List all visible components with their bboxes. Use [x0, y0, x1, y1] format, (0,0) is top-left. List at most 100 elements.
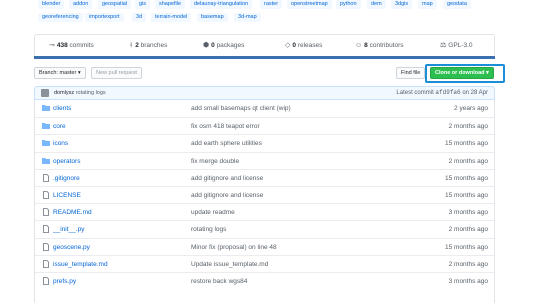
file-name-link[interactable]: issue_template.md: [53, 260, 108, 269]
file-list: clients add small basemaps qt client (wip…: [34, 100, 495, 303]
commit-date: on 28 Apr: [462, 90, 488, 96]
license-link[interactable]: ⚖ GPL-3.0: [440, 41, 473, 51]
commit-sha[interactable]: afd9fa6: [435, 89, 460, 96]
table-row: operators fix merge double 2 months ago: [35, 151, 494, 169]
table-row: clients add small basemaps qt client (wip…: [35, 100, 494, 117]
topic-tag[interactable]: dem: [367, 0, 386, 9]
branch-icon: ᚼ: [129, 42, 134, 49]
topic-list: blender addon geospatial gis shapefile d…: [34, 0, 514, 26]
file-name-link[interactable]: geoscene.py: [53, 243, 90, 252]
topic-tag[interactable]: geodata: [443, 0, 471, 9]
file-name-link[interactable]: clients: [53, 104, 71, 113]
file-commit-message[interactable]: add small basemaps qt client (wip): [191, 104, 291, 113]
topic-tag[interactable]: addon: [69, 0, 93, 9]
file-age: 15 months ago: [444, 243, 488, 251]
file-icon: [42, 208, 50, 217]
topic-tag[interactable]: gis: [135, 0, 151, 9]
file-age: 15 months ago: [444, 192, 488, 199]
commits-link[interactable]: ⊸ 438 commits: [49, 41, 94, 51]
table-row: geoscene.py Minor fix (proposal) on line …: [35, 237, 494, 255]
file-name-link[interactable]: __init__.py: [53, 225, 84, 234]
topic-tag[interactable]: importexport: [85, 13, 124, 22]
file-commit-message[interactable]: fix osm 418 teapot error: [191, 122, 260, 131]
folder-icon: [42, 122, 50, 130]
law-icon: ⚖: [440, 42, 447, 49]
topic-tag[interactable]: blender: [38, 0, 65, 9]
table-row: icons add earth sphere utilities 15 months…: [35, 134, 494, 151]
file-age: 3 months ago: [448, 278, 488, 285]
table-row: LICENSE add gitignore and license 15 month…: [35, 186, 494, 203]
packages-link[interactable]: ⬢ 0 packages: [203, 41, 244, 51]
contributors-link[interactable]: ☺ 8 contributors: [355, 41, 404, 51]
releases-label: releases: [297, 42, 323, 49]
file-name-link[interactable]: operators: [53, 157, 80, 166]
new-pull-request-button[interactable]: New pull request: [91, 67, 142, 79]
file-age: 2 months ago: [448, 157, 488, 165]
file-commit-message[interactable]: Update issue_template.md: [191, 260, 268, 269]
topic-tag[interactable]: geospatial: [98, 0, 132, 9]
branches-count: 2: [135, 42, 139, 49]
topic-tag[interactable]: python: [336, 0, 361, 9]
topic-tag[interactable]: basemap: [197, 13, 228, 22]
file-name-link[interactable]: icons: [53, 139, 68, 148]
packages-count: 0: [211, 42, 215, 49]
file-name-link[interactable]: core: [53, 122, 66, 131]
topic-tag[interactable]: shapefile: [155, 0, 186, 9]
releases-count: 0: [292, 42, 297, 49]
table-row: prefs.py restore back wgs84 3 months ago: [35, 272, 494, 289]
topic-tag[interactable]: 3d: [132, 13, 147, 22]
folder-icon: [42, 157, 50, 165]
table-row: issue_template.md Update issue_template.m…: [35, 254, 494, 272]
avatar[interactable]: [41, 89, 49, 97]
topic-tag[interactable]: raster: [260, 0, 283, 9]
commit-message[interactable]: rotating logs: [76, 90, 106, 96]
file-age: 2 months ago: [448, 226, 488, 234]
file-age: 2 months ago: [448, 123, 488, 131]
commit-author[interactable]: domlysz: [54, 90, 74, 96]
file-commit-message[interactable]: add gitignore and license: [191, 191, 263, 200]
file-icon: [42, 259, 50, 268]
caret-down-icon: ▾: [77, 70, 81, 76]
file-commit-message[interactable]: fix merge double: [191, 157, 239, 166]
topic-tag[interactable]: 3d-map: [234, 13, 261, 22]
file-name-link[interactable]: LICENSE: [53, 191, 81, 200]
topic-tag[interactable]: map: [418, 0, 437, 9]
commit-icon: ⊸: [49, 42, 55, 49]
file-icon: [42, 225, 50, 234]
file-age: 15 months ago: [444, 140, 488, 148]
releases-link[interactable]: ◇ 0 releases: [285, 41, 322, 51]
commits-label: commits: [69, 42, 94, 49]
file-commit-message[interactable]: rotating logs: [191, 225, 226, 234]
package-icon: ⬢: [203, 42, 210, 49]
table-row: README.md update readme 3 months ago: [35, 203, 494, 220]
file-commit-message[interactable]: restore back wgs84: [191, 277, 247, 286]
file-name-link[interactable]: README.md: [53, 208, 92, 217]
topic-tag[interactable]: 3dgis: [391, 0, 413, 9]
repo-summary: ⊸ 438 commits ᚼ2 branches ⬢ 0 packages ◇ 0 …: [34, 34, 495, 57]
branch-select-label: Branch: master: [39, 70, 77, 76]
latest-commit-info: Latest commit afd9fa6 on 28 Apr: [396, 89, 488, 97]
latest-commit-prefix: Latest commit: [396, 90, 434, 96]
find-file-button[interactable]: Find file: [396, 67, 426, 79]
file-icon: [42, 191, 50, 199]
file-name-link[interactable]: prefs.py: [53, 277, 76, 286]
branches-link[interactable]: ᚼ2 branches: [129, 41, 167, 51]
folder-icon: [42, 139, 50, 147]
commits-count: 438: [56, 42, 68, 49]
contributors-label: contributors: [369, 42, 404, 49]
topic-tag[interactable]: georeferencing: [38, 13, 83, 22]
file-name-link[interactable]: .gitignore: [53, 174, 80, 183]
file-icon: [42, 242, 50, 251]
file-commit-message[interactable]: add earth sphere utilities: [191, 139, 262, 148]
file-commit-message[interactable]: update readme: [191, 208, 235, 217]
branch-select-button[interactable]: Branch: master ▾: [34, 67, 86, 79]
file-age: 2 years ago: [454, 105, 488, 112]
file-commit-message[interactable]: add gitignore and license: [191, 174, 263, 183]
topic-tag[interactable]: terrain-model: [151, 13, 192, 22]
file-age: 2 months ago: [448, 260, 488, 268]
file-age: 15 months ago: [444, 174, 488, 182]
folder-icon: [42, 104, 50, 112]
file-commit-message[interactable]: Minor fix (proposal) on line 48: [191, 243, 277, 252]
topic-tag[interactable]: openstreetmap: [287, 0, 332, 9]
topic-tag[interactable]: delaunay-triangulation: [190, 0, 253, 9]
